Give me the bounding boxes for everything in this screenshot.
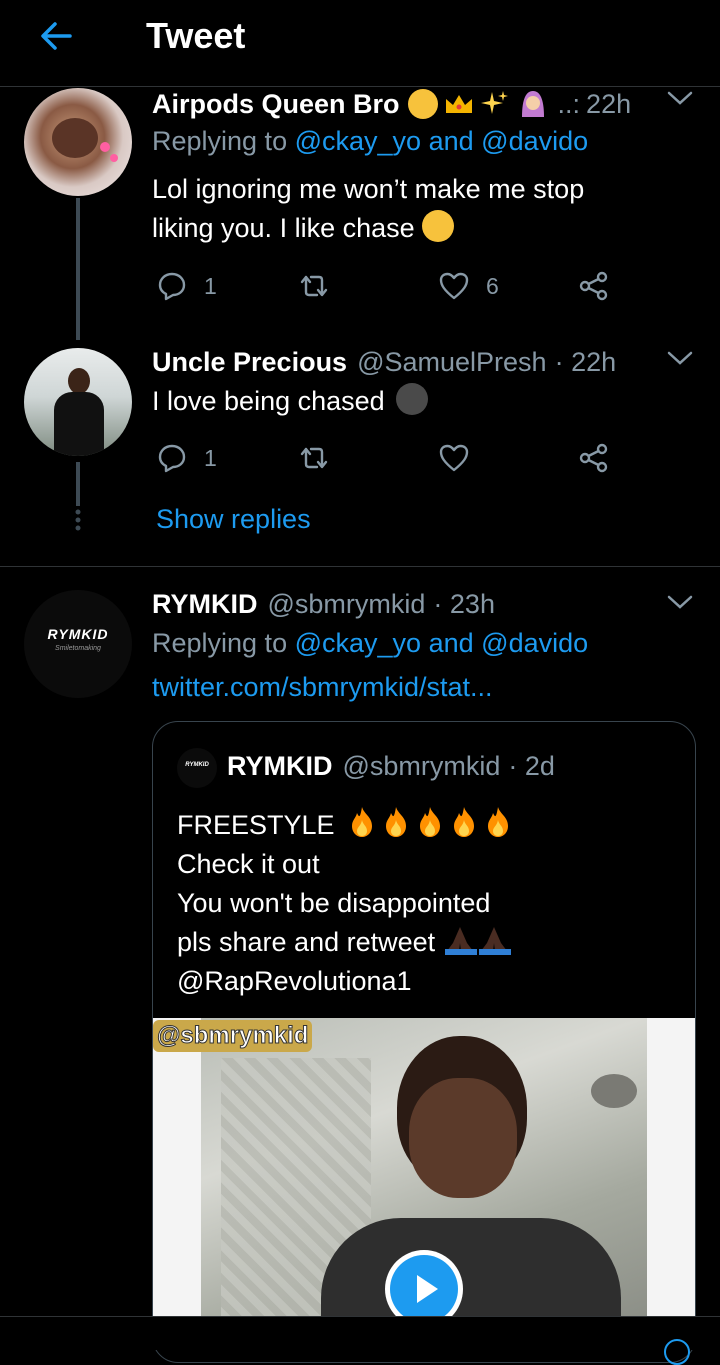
tweet-header: Airpods Queen Bro ..: 22h [152,86,631,122]
fire-icon [488,807,509,837]
chevron-down-icon[interactable] [666,348,694,373]
share-button[interactable] [578,442,610,474]
fire-icon [352,807,373,837]
quoted-tweet-header: RYMKID @sbmrymkid · 2d [227,748,555,784]
chevron-down-icon[interactable] [666,88,694,113]
reply-button[interactable]: 1 [156,270,217,302]
smirk-emoji-icon [407,89,438,119]
folded-hands-emoji-icon [443,925,513,955]
mention-link[interactable]: @davido [481,126,588,156]
sparkles-emoji-icon [480,89,510,119]
display-name[interactable]: Uncle Precious [152,347,347,378]
mention-link[interactable]: @ckay_yo [295,126,421,156]
display-name[interactable]: Airpods Queen Bro [152,89,400,120]
mention-link[interactable]: @ckay_yo [295,628,421,658]
tweet-text: I love being chased [152,382,429,421]
video-watermark: @sbmrymkid [153,1020,313,1052]
timestamp: 22h [586,88,632,119]
tweet-header: Uncle Precious @SamuelPresh · 22h [152,344,616,380]
retweet-button[interactable] [298,442,330,474]
heart-icon [439,444,469,472]
replying-to: Replying to @ckay_yo and @davido [152,126,589,156]
back-arrow-icon[interactable] [36,16,76,56]
fire-icon [454,807,475,837]
share-icon [579,443,608,473]
handle: @sbmrymkid [267,588,426,619]
timestamp: · 22h [554,346,617,377]
avatar[interactable]: RYMKID Smiletomaking [24,590,132,698]
tweet-link[interactable]: twitter.com/sbmrymkid/stat... [152,672,493,703]
mention-text: @RapRevolutiona1 [177,966,412,996]
reply-icon [158,272,186,301]
top-app-bar: Tweet [0,0,720,87]
retweet-icon [300,447,328,469]
timestamp: · 2d [508,750,555,781]
show-replies-link[interactable]: Show replies [156,504,311,535]
kissing-emoji-icon [422,210,455,242]
fire-icon [420,807,441,837]
avatar: RYMKID [177,748,217,788]
mention-link[interactable]: @davido [481,628,588,658]
like-button[interactable]: 6 [438,270,499,302]
retweet-icon [300,275,328,297]
video-thumbnail[interactable]: @sbmrymkid [153,1018,695,1318]
reply-button[interactable]: 1 [156,442,217,474]
quoted-tweet-card[interactable]: RYMKID RYMKID @sbmrymkid · 2d FREESTYLE … [152,721,696,1363]
avatar[interactable] [24,88,132,196]
crown-emoji-icon [444,93,474,115]
share-button[interactable] [578,270,610,302]
smirk-dark-emoji-icon [396,383,429,415]
replying-to: Replying to @ckay_yo and @davido [152,628,589,658]
display-name: RYMKID [227,750,333,781]
share-icon [579,271,608,301]
tweet-header: RYMKID @sbmrymkid · 23h [152,586,495,622]
more-replies-dots-icon [74,508,82,532]
display-name[interactable]: RYMKID [152,589,258,620]
thread-connector [76,462,80,506]
quoted-tweet-text: FREESTYLE Check it out You won't be disa… [177,806,518,1001]
avatar[interactable] [24,348,132,456]
fire-emojis [348,807,518,840]
play-button[interactable] [385,1250,463,1318]
handle: @SamuelPresh [357,346,547,377]
heart-icon [439,272,469,300]
like-button[interactable] [438,442,470,474]
reply-icon [158,444,186,473]
reply-composer-bar[interactable] [0,1316,720,1365]
chevron-down-icon[interactable] [666,592,694,617]
divider [0,566,720,567]
handle: @sbmrymkid [342,750,501,781]
thread-connector [76,198,80,340]
fire-icon [386,807,407,837]
timestamp: · 23h [433,588,495,619]
page-title: Tweet [146,15,246,56]
retweet-button[interactable] [298,270,330,302]
tweet-text: Lol ignoring me won’t make me stop likin… [152,174,585,243]
play-icon [390,1255,458,1318]
compose-icon [664,1339,690,1365]
woman-headscarf-emoji-icon [518,89,548,119]
handle: ..: [557,88,581,119]
